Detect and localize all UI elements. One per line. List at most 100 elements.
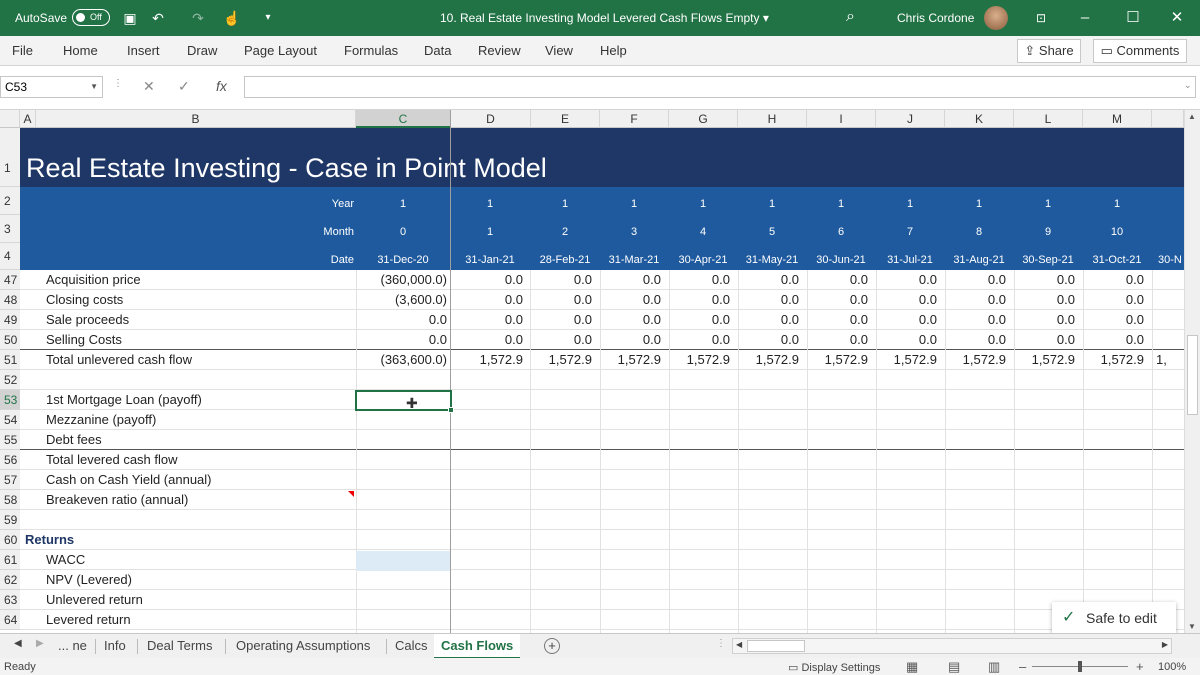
- cell-value[interactable]: 0.0: [867, 312, 937, 327]
- tab-scroll-left-icon[interactable]: ◀: [14, 638, 22, 649]
- name-box[interactable]: C53 ▼: [0, 76, 103, 98]
- cell-value[interactable]: 0.0: [453, 312, 523, 327]
- cell-value[interactable]: 0.0: [1005, 272, 1075, 287]
- tab-view[interactable]: View: [545, 43, 573, 58]
- cell-value[interactable]: 0.0: [327, 312, 447, 327]
- column-header[interactable]: J: [876, 110, 945, 128]
- maximize-icon[interactable]: ☐: [1118, 6, 1148, 30]
- cell-value[interactable]: 0.0: [867, 332, 937, 347]
- tab-home[interactable]: Home: [63, 43, 98, 58]
- sheet-tab-deal-terms[interactable]: Deal Terms: [147, 638, 213, 653]
- cell-value[interactable]: 0.0: [798, 312, 868, 327]
- row-header[interactable]: 3: [0, 215, 20, 243]
- cell-value[interactable]: 0.0: [1074, 292, 1144, 307]
- cancel-icon[interactable]: ✕: [143, 78, 155, 95]
- formula-input[interactable]: [244, 76, 1196, 98]
- column-header[interactable]: F: [600, 110, 669, 128]
- tab-formulas[interactable]: Formulas: [344, 43, 398, 58]
- scroll-up-icon[interactable]: ▲: [1188, 112, 1196, 121]
- cell-value[interactable]: 0.0: [522, 312, 592, 327]
- row-header[interactable]: 48: [0, 290, 20, 310]
- add-sheet-icon[interactable]: +: [544, 638, 560, 654]
- cell-value[interactable]: 0.0: [327, 332, 447, 347]
- tab-review[interactable]: Review: [478, 43, 521, 58]
- scroll-thumb[interactable]: [1187, 335, 1198, 415]
- row-header[interactable]: 4: [0, 243, 20, 270]
- cell-value[interactable]: 0.0: [591, 332, 661, 347]
- row-header[interactable]: 63: [0, 590, 20, 610]
- row-header[interactable]: 53: [0, 390, 20, 410]
- page-break-view-icon[interactable]: ▥: [988, 659, 1000, 675]
- cell-value[interactable]: 0.0: [1005, 292, 1075, 307]
- comments-button[interactable]: ▭ Comments: [1093, 39, 1187, 63]
- sheet-tab-truncated[interactable]: ... ne: [58, 638, 87, 653]
- row-header[interactable]: 50: [0, 330, 20, 350]
- ribbon-display-icon[interactable]: ⊡: [1026, 6, 1056, 30]
- cell-value[interactable]: 0.0: [591, 312, 661, 327]
- cell-value[interactable]: 0.0: [798, 332, 868, 347]
- column-header[interactable]: K: [945, 110, 1014, 128]
- cell-value[interactable]: (3,600.0): [327, 292, 447, 307]
- row-header[interactable]: 57: [0, 470, 20, 490]
- redo-icon[interactable]: ↷: [188, 8, 208, 28]
- column-header[interactable]: A: [20, 110, 36, 128]
- display-settings-button[interactable]: ▭ Display Settings: [788, 661, 880, 674]
- cell-value[interactable]: 1,572.9: [729, 352, 799, 367]
- tab-file[interactable]: File: [12, 43, 33, 58]
- column-header[interactable]: G: [669, 110, 738, 128]
- row-header[interactable]: 55: [0, 430, 20, 450]
- cell-value[interactable]: 0.0: [453, 332, 523, 347]
- spreadsheet-grid[interactable]: A B C D E F G H I J K L M Real Estate In…: [0, 110, 1184, 633]
- row-header[interactable]: 58: [0, 490, 20, 510]
- scroll-down-icon[interactable]: ▼: [1188, 622, 1196, 631]
- zoom-out-icon[interactable]: –: [1019, 659, 1026, 674]
- cell-value[interactable]: 0.0: [729, 272, 799, 287]
- zoom-level[interactable]: 100%: [1158, 661, 1186, 673]
- column-header[interactable]: D: [451, 110, 531, 128]
- row-header[interactable]: 2: [0, 187, 20, 215]
- row-header[interactable]: 49: [0, 310, 20, 330]
- cell-value[interactable]: 1,572.9: [936, 352, 1006, 367]
- row-header[interactable]: 60: [0, 530, 20, 550]
- cell-value[interactable]: 0.0: [591, 272, 661, 287]
- user-name[interactable]: Chris Cordone: [897, 11, 974, 25]
- column-header[interactable]: H: [738, 110, 807, 128]
- enter-icon[interactable]: ✓: [178, 78, 190, 95]
- column-header[interactable]: B: [36, 110, 356, 128]
- avatar[interactable]: [984, 6, 1008, 30]
- wacc-input-cell[interactable]: [356, 551, 450, 571]
- tab-data[interactable]: Data: [424, 43, 451, 58]
- cell-value[interactable]: 0.0: [1005, 312, 1075, 327]
- tab-help[interactable]: Help: [600, 43, 627, 58]
- tab-page-layout[interactable]: Page Layout: [244, 43, 317, 58]
- cell-value[interactable]: 0.0: [867, 292, 937, 307]
- cell-value[interactable]: 0.0: [798, 292, 868, 307]
- column-header[interactable]: L: [1014, 110, 1083, 128]
- select-all-corner[interactable]: [0, 110, 20, 128]
- cell-value[interactable]: 0.0: [453, 272, 523, 287]
- row-header[interactable]: 56: [0, 450, 20, 470]
- row-header[interactable]: 61: [0, 550, 20, 570]
- sheet-tab-cash-flows[interactable]: Cash Flows: [434, 634, 521, 659]
- column-header[interactable]: I: [807, 110, 876, 128]
- cell-value[interactable]: 0.0: [522, 292, 592, 307]
- cell-value[interactable]: 0.0: [936, 292, 1006, 307]
- cell-value[interactable]: 0.0: [729, 292, 799, 307]
- row-header[interactable]: 62: [0, 570, 20, 590]
- cell-value[interactable]: 0.0: [729, 332, 799, 347]
- fill-handle[interactable]: [448, 407, 454, 413]
- cell-value[interactable]: 1,572.9: [1074, 352, 1144, 367]
- tab-insert[interactable]: Insert: [127, 43, 160, 58]
- cell-value[interactable]: 1,572.9: [522, 352, 592, 367]
- cell-value[interactable]: 0.0: [453, 292, 523, 307]
- comment-indicator[interactable]: [348, 491, 354, 497]
- cell-value[interactable]: 0.0: [660, 312, 730, 327]
- cell-value[interactable]: 0.0: [867, 272, 937, 287]
- autosave-toggle[interactable]: Off: [72, 9, 110, 26]
- row-header[interactable]: 51: [0, 350, 20, 370]
- cell-value[interactable]: 0.0: [660, 272, 730, 287]
- expand-formula-icon[interactable]: ⌄: [1184, 80, 1192, 91]
- minimize-icon[interactable]: –: [1070, 6, 1100, 30]
- cell-value[interactable]: 0.0: [522, 272, 592, 287]
- cell-value[interactable]: (363,600.0): [327, 352, 448, 367]
